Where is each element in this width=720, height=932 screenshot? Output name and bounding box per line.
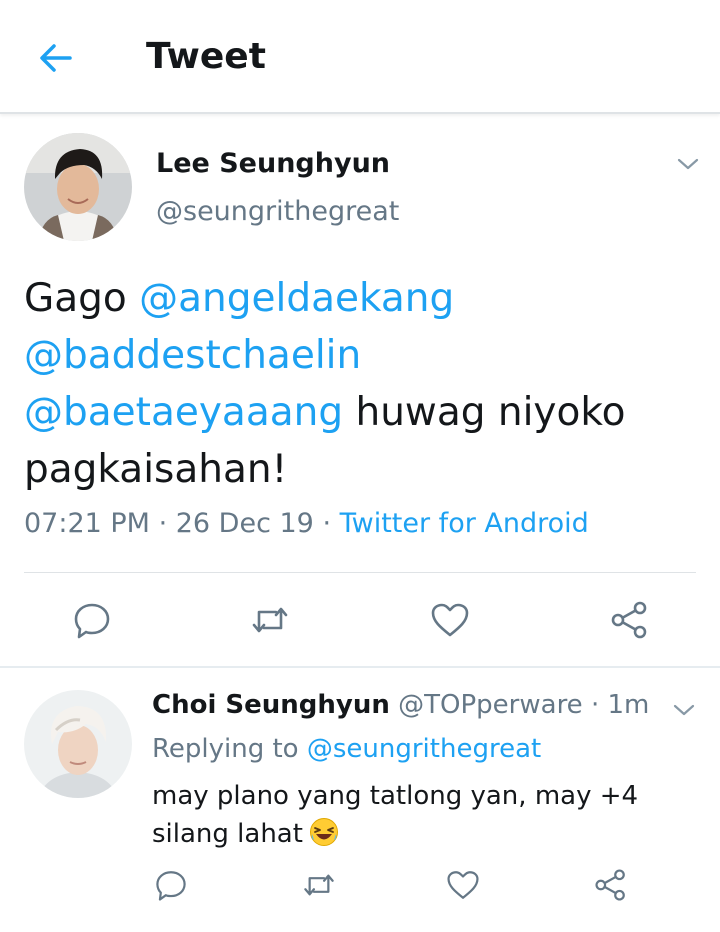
reply-button[interactable] bbox=[72, 600, 112, 644]
share-button[interactable] bbox=[610, 600, 650, 644]
laughing-emoji-icon bbox=[309, 817, 339, 847]
reply-icon bbox=[156, 871, 186, 901]
reply-text: may plano yang tatlong yan, may +4 silan… bbox=[152, 777, 692, 853]
reply-header: Choi Seunghyun @TOPperware · 1m bbox=[152, 690, 649, 720]
tweet-source-link[interactable]: Twitter for Android bbox=[340, 508, 589, 539]
retweet-icon bbox=[252, 607, 288, 633]
like-button[interactable] bbox=[430, 600, 470, 644]
reply-author-name[interactable]: Choi Seunghyun bbox=[152, 690, 390, 720]
tweet-meta: 07:21 PM · 26 Dec 19 · Twitter for Andro… bbox=[24, 508, 589, 539]
divider bbox=[24, 572, 696, 573]
separator: · bbox=[313, 508, 340, 539]
avatar[interactable] bbox=[24, 690, 132, 798]
reply-text-content: may plano yang tatlong yan, may +4 silan… bbox=[152, 781, 639, 849]
retweet-icon bbox=[304, 874, 334, 896]
tweet-text: Gago @angeldaekang @baddestchaelin @baet… bbox=[24, 270, 674, 498]
mention-link[interactable]: @seungrithegreat bbox=[307, 734, 541, 764]
mention-link[interactable]: @baddestchaelin bbox=[24, 333, 361, 378]
replying-label: Replying to bbox=[152, 734, 307, 764]
like-icon bbox=[431, 603, 469, 637]
chevron-down-icon bbox=[673, 704, 695, 716]
more-options-button[interactable] bbox=[676, 152, 700, 176]
share-icon bbox=[611, 601, 647, 639]
author-name[interactable]: Lee Seunghyun bbox=[156, 148, 390, 179]
mention-link[interactable]: @baetaeyaaang bbox=[24, 390, 343, 435]
back-button[interactable] bbox=[36, 38, 76, 78]
share-button[interactable] bbox=[594, 868, 628, 906]
reply-age: 1m bbox=[607, 690, 650, 720]
mention-link[interactable]: @angeldaekang bbox=[139, 276, 454, 321]
more-options-button[interactable] bbox=[672, 698, 696, 722]
top-bar: Tweet bbox=[0, 0, 720, 114]
tweet-time: 07:21 PM bbox=[24, 508, 150, 539]
tweet-date: 26 Dec 19 bbox=[175, 508, 314, 539]
retweet-button[interactable] bbox=[250, 600, 290, 644]
page-title: Tweet bbox=[146, 36, 266, 77]
like-icon bbox=[447, 871, 479, 899]
divider bbox=[0, 666, 720, 668]
replying-to: Replying to @seungrithegreat bbox=[152, 734, 541, 764]
reply-author-handle[interactable]: @TOPperware bbox=[398, 690, 583, 720]
tweet-text-part: Gago bbox=[24, 276, 140, 321]
author-handle[interactable]: @seungrithegreat bbox=[156, 196, 399, 227]
reply-button[interactable] bbox=[154, 868, 188, 906]
separator: · bbox=[149, 508, 176, 539]
arrow-left-icon bbox=[40, 44, 72, 72]
share-icon bbox=[595, 869, 625, 901]
reply-icon bbox=[74, 603, 110, 639]
separator: · bbox=[582, 690, 608, 720]
like-button[interactable] bbox=[446, 868, 480, 906]
retweet-button[interactable] bbox=[302, 868, 336, 906]
chevron-down-icon bbox=[677, 158, 699, 170]
avatar[interactable] bbox=[24, 133, 132, 241]
